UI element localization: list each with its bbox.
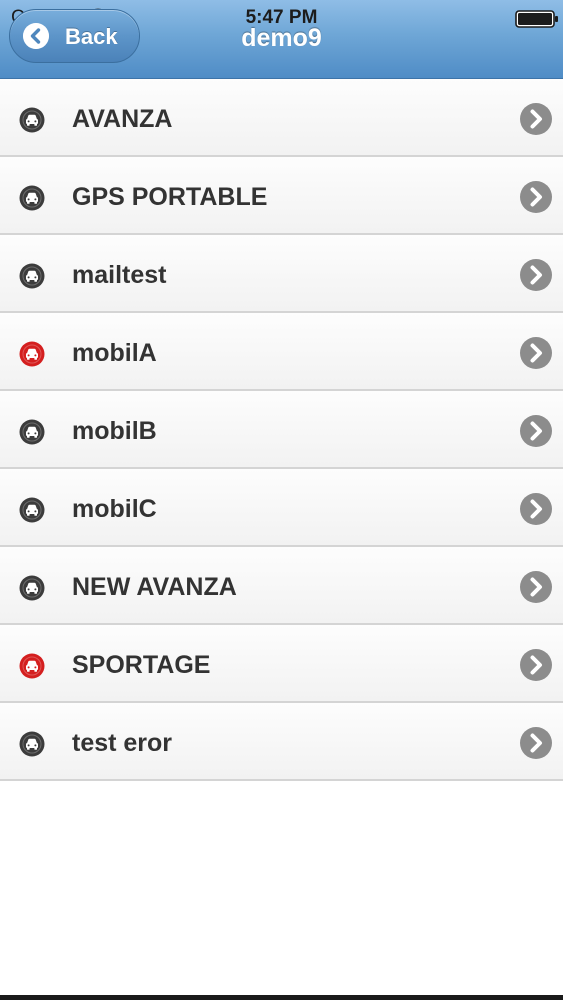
- page-title: demo9: [241, 24, 322, 52]
- list-item[interactable]: NEW AVANZA: [0, 547, 563, 625]
- list-item[interactable]: mailtest: [0, 235, 563, 313]
- chevron-right-icon[interactable]: [519, 180, 553, 214]
- chevron-right-icon[interactable]: [519, 414, 553, 448]
- chevron-right-icon[interactable]: [519, 492, 553, 526]
- car-icon: [19, 107, 45, 133]
- list-item[interactable]: GPS PORTABLE: [0, 157, 563, 235]
- list-item[interactable]: SPORTAGE: [0, 625, 563, 703]
- item-label: GPS PORTABLE: [72, 183, 268, 211]
- list-item[interactable]: mobilC: [0, 469, 563, 547]
- car-icon: [19, 731, 45, 757]
- bottom-edge: [0, 995, 563, 1000]
- chevron-right-icon[interactable]: [519, 102, 553, 136]
- car-icon: [19, 575, 45, 601]
- car-icon: [19, 653, 45, 679]
- item-label: mobilC: [72, 495, 157, 523]
- item-label: test eror: [72, 729, 173, 757]
- car-icon: [19, 263, 45, 289]
- chevron-right-icon[interactable]: [519, 570, 553, 604]
- list-item[interactable]: mobilA: [0, 313, 563, 391]
- chevron-right-icon[interactable]: [519, 336, 553, 370]
- chevron-right-icon[interactable]: [519, 258, 553, 292]
- item-label: mailtest: [72, 261, 167, 289]
- vehicle-list: AVANZA GPS PORTABLE mailtest mobilA mobilB mo…: [0, 79, 563, 781]
- car-icon: [19, 185, 45, 211]
- car-icon: [19, 419, 45, 445]
- item-label: mobilA: [72, 339, 157, 367]
- list-item[interactable]: AVANZA: [0, 79, 563, 157]
- list-item[interactable]: mobilB: [0, 391, 563, 469]
- chevron-right-icon[interactable]: [519, 726, 553, 760]
- navigation-bar: Carrier 5:47 PM Back demo9: [0, 0, 563, 79]
- item-label: mobilB: [72, 417, 157, 445]
- car-icon: [19, 497, 45, 523]
- item-label: NEW AVANZA: [72, 573, 237, 601]
- list-item[interactable]: test eror: [0, 703, 563, 781]
- car-icon: [19, 341, 45, 367]
- item-label: AVANZA: [72, 105, 173, 133]
- item-label: SPORTAGE: [72, 651, 211, 679]
- chevron-right-icon[interactable]: [519, 648, 553, 682]
